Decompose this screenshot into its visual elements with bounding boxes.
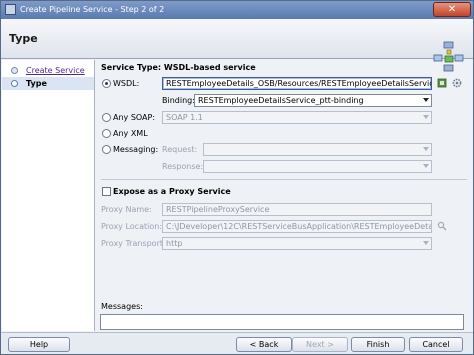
service-type-heading: Service Type: WSDL-based service [101, 63, 256, 72]
wsdl-label: WSDL: [113, 79, 140, 88]
proxy-transport-value: http [166, 239, 183, 248]
finish-button[interactable]: Finish [351, 337, 405, 352]
soap-version-select: SOAP 1.1 [162, 111, 432, 124]
chevron-down-icon [423, 115, 429, 119]
proxy-location-label: Proxy Location: [101, 222, 162, 231]
messages-area [100, 314, 464, 330]
next-button: Next > [292, 337, 348, 352]
chevron-down-icon [423, 98, 429, 102]
response-select [203, 160, 432, 173]
request-label: Request: [162, 145, 198, 154]
cancel-button[interactable]: Cancel [409, 337, 463, 352]
any-soap-label: Any SOAP: [113, 113, 156, 122]
page-title: Type [9, 32, 38, 45]
chevron-down-icon [423, 241, 429, 245]
step-type-label: Type [26, 79, 47, 88]
binding-label: Binding: [162, 96, 195, 105]
step-header: Type [1, 19, 473, 72]
soap-version-value: SOAP 1.1 [166, 113, 203, 122]
proxy-name-field: RESTPipelineProxyService [162, 203, 432, 216]
messaging-label: Messaging: [113, 145, 159, 154]
response-label: Response: [162, 162, 204, 171]
wsdl-radio[interactable] [102, 79, 111, 88]
messages-label: Messages: [101, 302, 143, 311]
wizard-steps-sidebar: Create Service Type [2, 60, 95, 331]
close-window-button[interactable]: ✕ [433, 2, 471, 17]
proxy-transport-label: Proxy Transport: [101, 239, 166, 248]
proxy-location-field: C:\JDeveloper\12C\RESTServiceBusApplicat… [162, 220, 432, 233]
expose-proxy-checkbox[interactable] [102, 187, 111, 196]
section-divider [101, 179, 467, 180]
step-create-service-label: Create Service [26, 66, 85, 75]
step-indicator-icon [11, 80, 18, 87]
window-app-icon [5, 4, 16, 15]
back-button[interactable]: < Back [236, 337, 292, 352]
any-xml-label: Any XML [113, 129, 148, 138]
request-select [203, 143, 432, 156]
chevron-down-icon [423, 164, 429, 168]
dialog-window: Create Pipeline Service - Step 2 of 2 ✕ … [0, 0, 474, 355]
help-button[interactable]: Help [8, 337, 70, 352]
button-bar: Help < Back Next > Finish Cancel [1, 332, 473, 354]
any-soap-radio[interactable] [102, 113, 111, 122]
step-indicator-icon [11, 67, 18, 74]
any-xml-radio[interactable] [102, 129, 111, 138]
messaging-radio[interactable] [102, 145, 111, 154]
binding-value: RESTEmployeeDetailsService_ptt-binding [198, 96, 364, 105]
wsdl-field[interactable]: RESTEmployeeDetails_OSB/Resources/RESTEm… [162, 77, 432, 90]
step-type[interactable]: Type [2, 77, 94, 90]
search-icon [437, 221, 447, 231]
wizard-step-icon [433, 41, 464, 72]
step-create-service[interactable]: Create Service [2, 64, 94, 77]
binding-select[interactable]: RESTEmployeeDetailsService_ptt-binding [194, 94, 432, 107]
wsdl-browse-icon[interactable] [437, 78, 447, 88]
proxy-transport-select: http [162, 237, 432, 250]
gear-icon[interactable] [452, 78, 462, 88]
window-title: Create Pipeline Service - Step 2 of 2 [20, 5, 165, 14]
title-bar: Create Pipeline Service - Step 2 of 2 ✕ [1, 1, 473, 19]
proxy-name-label: Proxy Name: [101, 205, 152, 214]
chevron-down-icon [423, 147, 429, 151]
expose-proxy-label: Expose as a Proxy Service [113, 187, 231, 196]
